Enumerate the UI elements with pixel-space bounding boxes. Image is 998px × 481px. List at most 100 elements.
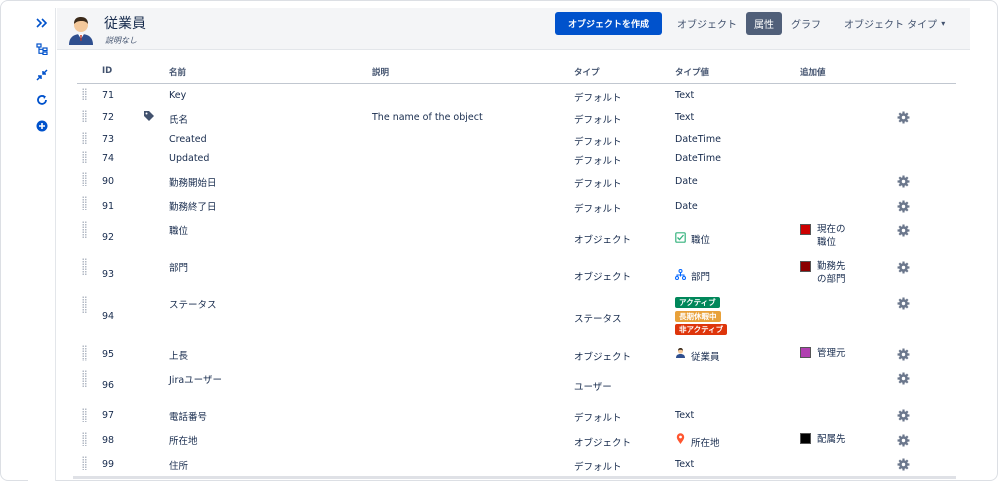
row-type: オブジェクト [574, 438, 632, 449]
gear-icon[interactable] [897, 458, 911, 472]
tab-objects[interactable]: オブジェクト [673, 12, 741, 35]
gear-icon[interactable] [897, 175, 911, 189]
row-id: 92 [102, 232, 115, 243]
row-type-value: 部門 [691, 272, 711, 283]
row-type: デフォルト [574, 115, 622, 126]
tag-icon [144, 111, 154, 121]
row-type: オブジェクト [574, 272, 632, 283]
drag-handle-icon[interactable] [82, 258, 87, 276]
row-type-value: 職位 [691, 235, 711, 246]
drag-handle-icon[interactable] [82, 408, 87, 422]
table-bottom-border [73, 476, 956, 479]
row-name[interactable]: 職位 [169, 223, 188, 237]
row-type-value: Text [675, 112, 695, 123]
window-frame [0, 0, 998, 481]
row-name[interactable]: Created [169, 134, 207, 145]
gear-icon[interactable] [897, 297, 911, 311]
gear-icon[interactable] [897, 224, 911, 238]
row-name[interactable]: Updated [169, 153, 209, 164]
gear-icon[interactable] [897, 348, 911, 362]
row-id: 97 [102, 410, 115, 421]
status-badge-leave: 長期休暇中 [675, 311, 721, 322]
row-type: デフォルト [574, 137, 622, 148]
row-id: 90 [102, 176, 115, 187]
drag-handle-icon[interactable] [82, 151, 87, 164]
row-id: 91 [102, 201, 115, 212]
drag-handle-icon[interactable] [82, 345, 87, 361]
row-name[interactable]: 電話番号 [169, 409, 207, 423]
gear-icon[interactable] [897, 434, 911, 448]
row-type-value: 従業員 [691, 352, 720, 363]
drag-handle-icon[interactable] [82, 221, 87, 239]
row-type: オブジェクト [574, 235, 632, 246]
color-swatch [800, 224, 811, 235]
row-type-value: 所在地 [691, 438, 720, 449]
row-name[interactable]: Key [169, 90, 186, 101]
row-name[interactable]: 部門 [169, 260, 188, 274]
row-additional: 現在の 職位 [817, 224, 846, 248]
drag-handle-icon[interactable] [82, 432, 87, 446]
row-additional: 配属先 [817, 434, 846, 445]
object-type-dropdown[interactable]: オブジェクト タイプ ▾ [840, 12, 949, 35]
refresh-icon[interactable] [35, 93, 49, 107]
page-title: 従業員 [104, 16, 146, 32]
column-header-type: タイプ [574, 68, 600, 78]
tab-graph[interactable]: グラフ [787, 12, 825, 35]
drag-handle-icon[interactable] [82, 456, 87, 470]
row-name[interactable]: 上長 [169, 348, 188, 362]
drag-handle-icon[interactable] [82, 172, 87, 186]
create-object-button[interactable]: オブジェクトを作成 [555, 12, 662, 35]
drag-handle-icon[interactable] [82, 132, 87, 145]
hierarchy-icon[interactable] [35, 42, 49, 56]
page-description: 説明なし [105, 36, 137, 45]
row-name[interactable]: 住所 [169, 458, 188, 472]
drag-handle-icon[interactable] [82, 196, 87, 210]
row-id: 72 [102, 112, 115, 123]
row-name[interactable]: 勤務終了日 [169, 199, 217, 213]
color-swatch [800, 433, 811, 444]
gear-icon[interactable] [897, 261, 911, 275]
row-type-value: DateTime [675, 134, 721, 145]
row-type-value: Date [675, 176, 698, 187]
column-header-id: ID [102, 66, 113, 76]
row-name[interactable]: 勤務開始日 [169, 175, 217, 189]
row-type: デフォルト [574, 156, 622, 167]
row-type-value: Date [675, 201, 698, 212]
row-id: 73 [102, 134, 115, 145]
row-name[interactable]: Jiraユーザー [169, 372, 222, 386]
row-type: デフォルト [574, 462, 622, 473]
color-swatch [800, 347, 811, 358]
drag-handle-icon[interactable] [82, 110, 87, 123]
row-id: 94 [102, 311, 115, 322]
drag-handle-icon[interactable] [82, 370, 87, 388]
gear-icon[interactable] [897, 372, 911, 386]
gear-icon[interactable] [897, 200, 911, 214]
column-header-name: 名前 [169, 68, 187, 78]
gear-icon[interactable] [897, 111, 911, 125]
collapse-icon[interactable] [35, 68, 49, 82]
row-name[interactable]: ステータス [169, 297, 217, 311]
row-id: 71 [102, 90, 115, 101]
row-name[interactable]: 所在地 [169, 433, 198, 447]
row-name[interactable]: 氏名 [169, 112, 188, 126]
add-icon[interactable] [35, 119, 49, 133]
chevron-down-icon: ▾ [941, 19, 946, 28]
map-pin-icon [676, 433, 685, 444]
drag-handle-icon[interactable] [82, 88, 87, 101]
employee-avatar-icon [69, 17, 93, 45]
drag-handle-icon[interactable] [82, 296, 87, 314]
column-header-description: 説明 [372, 68, 390, 78]
row-description: The name of the object [372, 112, 483, 123]
color-swatch [800, 261, 811, 272]
status-badge-inactive: 非アクティブ [675, 324, 728, 335]
row-type: オブジェクト [574, 352, 632, 363]
expand-icon[interactable] [35, 16, 49, 30]
row-id: 98 [102, 435, 115, 446]
row-type-value: Text [675, 410, 695, 421]
tab-attributes[interactable]: 属性 [746, 12, 782, 35]
column-header-type-value: タイプ値 [675, 68, 710, 78]
gear-icon[interactable] [897, 409, 911, 423]
row-additional: 管理元 [817, 348, 846, 359]
column-header-additional: 追加値 [800, 68, 826, 78]
row-id: 93 [102, 269, 115, 280]
